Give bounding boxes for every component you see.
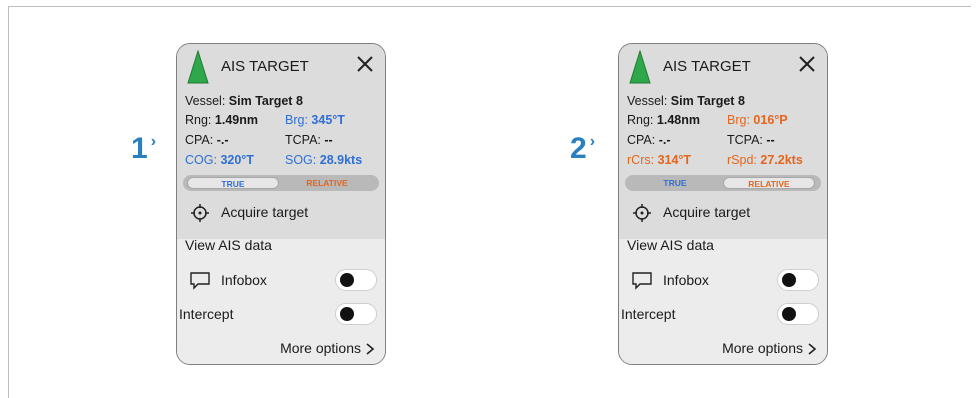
speed-value: 28.9kts [319, 153, 363, 167]
frame-left-border [8, 6, 9, 398]
more-options-button[interactable]: More options [722, 340, 803, 356]
toggle-relative-option[interactable]: RELATIVE [723, 177, 815, 189]
range-label: Rng: [185, 113, 212, 127]
tcpa-label: TCPA: [727, 133, 763, 147]
vessel-label: Vessel: [185, 94, 226, 108]
tcpa-value: -- [324, 133, 333, 147]
step-number: 2 [570, 132, 587, 165]
range-label: Rng: [627, 113, 654, 127]
green-triangle-icon [629, 50, 651, 84]
tcpa-label: TCPA: [285, 133, 321, 147]
intercept-label: Intercept [621, 306, 676, 322]
ais-target-panel: AIS TARGET Vessel: Sim Target 8 Rng: 1.4… [176, 43, 386, 365]
bearing-field: Brg: 345°T [285, 113, 345, 127]
step-chevron-icon: › [150, 133, 157, 150]
panel-title: AIS TARGET [663, 58, 751, 75]
speed-label: SOG: [285, 153, 317, 167]
tcpa-field: TCPA: -- [285, 133, 333, 147]
bearing-field: Brg: 016°P [727, 113, 788, 127]
switch-knob [340, 273, 354, 287]
course-field: COG: 320°T [185, 153, 254, 167]
course-value: 314°T [657, 153, 692, 167]
vessel-row: Vessel: Sim Target 8 [627, 94, 745, 108]
range-field: Rng: 1.49nm [185, 113, 258, 127]
acquire-target-item[interactable]: Acquire target [663, 204, 750, 220]
course-field: rCrs: 314°T [627, 153, 691, 167]
cpa-label: CPA: [185, 133, 214, 147]
cpa-label: CPA: [627, 133, 656, 147]
vessel-row: Vessel: Sim Target 8 [185, 94, 303, 108]
tcpa-field: TCPA: -- [727, 133, 775, 147]
step-chevron-icon: › [589, 133, 596, 150]
switch-knob [782, 273, 796, 287]
speed-label: rSpd: [727, 153, 757, 167]
speech-bubble-icon [632, 272, 652, 290]
intercept-switch[interactable] [335, 303, 377, 325]
crosshair-icon [191, 204, 209, 222]
more-options-button[interactable]: More options [280, 340, 361, 356]
infobox-label: Infobox [663, 272, 709, 288]
true-relative-toggle: TRUE RELATIVE [183, 175, 379, 191]
view-ais-data-item[interactable]: View AIS data [185, 237, 272, 253]
acquire-target-item[interactable]: Acquire target [221, 204, 308, 220]
bearing-value: 016°P [753, 113, 788, 127]
toggle-true-option[interactable]: TRUE [187, 177, 279, 189]
bearing-label: Brg: [727, 113, 750, 127]
range-field: Rng: 1.48nm [627, 113, 700, 127]
switch-knob [782, 307, 796, 321]
ais-target-panel: AIS TARGET Vessel: Sim Target 8 Rng: 1.4… [618, 43, 828, 365]
speech-bubble-icon [190, 272, 210, 290]
speed-field: rSpd: 27.2kts [727, 153, 803, 167]
speed-field: SOG: 28.9kts [285, 153, 362, 167]
course-value: 320°T [220, 153, 254, 167]
green-triangle-icon [187, 50, 209, 84]
range-value: 1.48nm [656, 113, 700, 127]
toggle-relative-option[interactable]: RELATIVE [281, 177, 373, 189]
cpa-value: -.- [658, 133, 671, 147]
switch-knob [340, 307, 354, 321]
panel-title: AIS TARGET [221, 58, 309, 75]
infobox-label: Infobox [221, 272, 267, 288]
chevron-right-icon[interactable] [807, 343, 817, 355]
step-label-2: 2 › [570, 132, 595, 166]
chevron-right-icon[interactable] [365, 343, 375, 355]
close-icon[interactable] [797, 54, 817, 74]
intercept-switch[interactable] [777, 303, 819, 325]
view-ais-data-item[interactable]: View AIS data [627, 237, 714, 253]
course-label: rCrs: [627, 153, 655, 167]
infobox-switch[interactable] [335, 269, 377, 291]
cpa-field: CPA: -.- [627, 133, 671, 147]
course-label: COG: [185, 153, 217, 167]
vessel-label: Vessel: [627, 94, 668, 108]
tcpa-value: -- [766, 133, 775, 147]
step-label-1: 1 › [131, 132, 156, 166]
cpa-value: -.- [216, 133, 229, 147]
cpa-field: CPA: -.- [185, 133, 229, 147]
true-relative-toggle: TRUE RELATIVE [625, 175, 821, 191]
bearing-value: 345°T [311, 113, 345, 127]
close-icon[interactable] [355, 54, 375, 74]
toggle-true-option[interactable]: TRUE [629, 177, 721, 189]
bearing-label: Brg: [285, 113, 308, 127]
step-number: 1 [131, 132, 148, 165]
infobox-switch[interactable] [777, 269, 819, 291]
vessel-name: Sim Target 8 [228, 94, 303, 108]
range-value: 1.49nm [214, 113, 258, 127]
vessel-name: Sim Target 8 [670, 94, 745, 108]
speed-value: 27.2kts [760, 153, 803, 167]
crosshair-icon [633, 204, 651, 222]
intercept-label: Intercept [179, 306, 234, 322]
frame-top-border [8, 6, 971, 7]
